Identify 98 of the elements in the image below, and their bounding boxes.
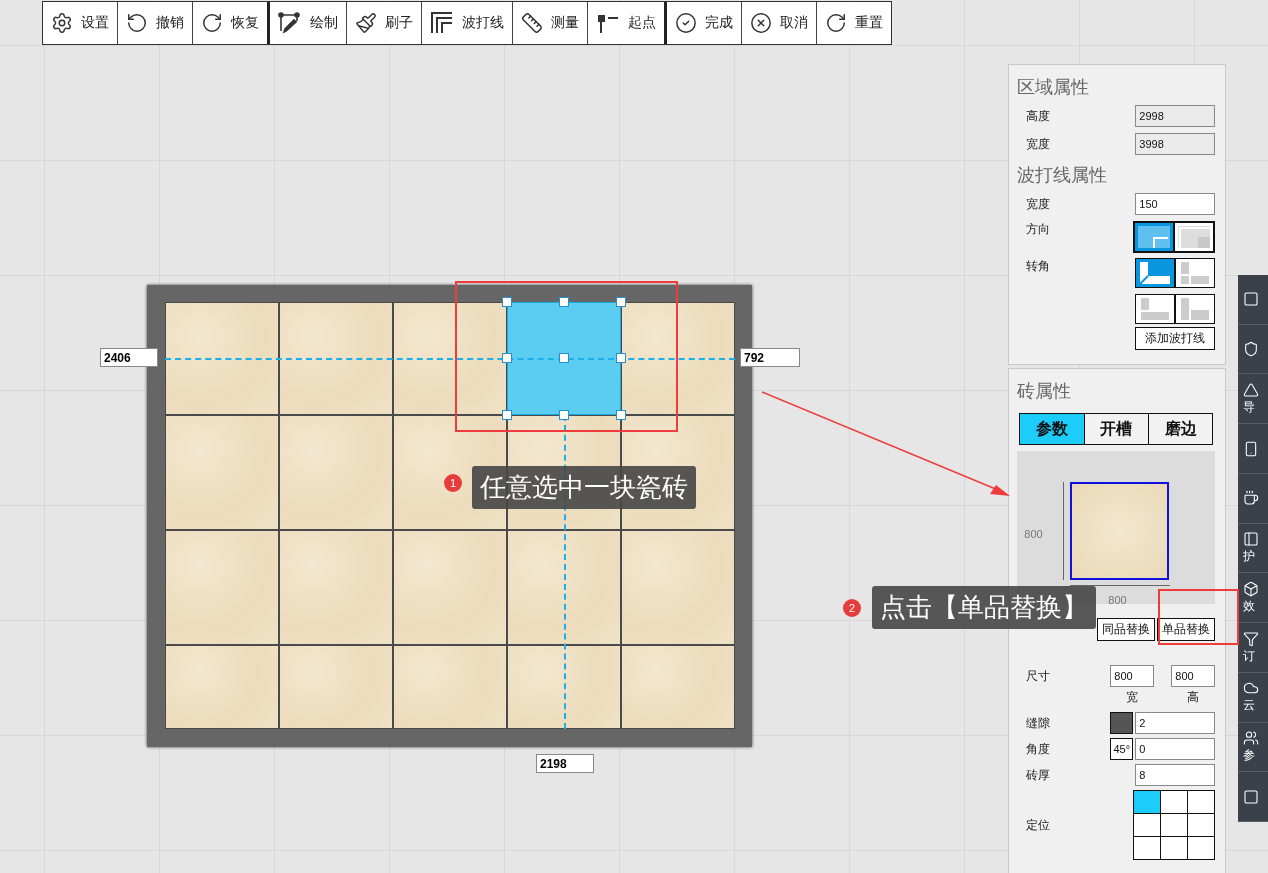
resize-handle[interactable] xyxy=(616,353,626,363)
section-title: 砖属性 xyxy=(1017,380,1073,403)
ruler-icon xyxy=(521,12,543,34)
replace-button[interactable]: 同品替换 xyxy=(1097,618,1156,641)
dimension-field[interactable]: 792 xyxy=(740,348,800,367)
floor-tile[interactable] xyxy=(507,530,621,645)
field-label: 方向 xyxy=(1026,221,1051,238)
funnel-icon xyxy=(1243,630,1260,647)
floor-tile[interactable] xyxy=(621,645,735,729)
position-cell[interactable] xyxy=(1134,791,1161,813)
floor-tile[interactable] xyxy=(279,530,393,645)
resize-handle[interactable] xyxy=(502,297,512,307)
field-label: 角度 xyxy=(1026,740,1051,758)
redo-icon xyxy=(201,12,223,34)
floor-tile[interactable] xyxy=(165,645,279,729)
grout-color-swatch[interactable] xyxy=(1110,712,1134,734)
step-tooltip: 任意选中一块瓷砖 xyxy=(472,466,696,509)
floor-tile[interactable] xyxy=(507,645,621,729)
dimension-field[interactable]: 2406 xyxy=(100,348,158,367)
input-field[interactable]: 3998 xyxy=(1135,133,1216,155)
resize-handle[interactable] xyxy=(502,410,512,420)
field-label: 定位 xyxy=(1026,816,1051,834)
input-field[interactable]: 8 xyxy=(1135,764,1216,786)
tab[interactable]: 参数 xyxy=(1020,414,1084,444)
resize-handle[interactable] xyxy=(616,410,626,420)
input-field[interactable]: 800 xyxy=(1110,665,1155,687)
floor-tile[interactable] xyxy=(165,302,279,415)
resize-handle[interactable] xyxy=(559,353,569,363)
position-cell[interactable] xyxy=(1134,814,1161,836)
position-cell[interactable] xyxy=(1134,837,1161,859)
square-icon xyxy=(1243,291,1260,308)
field-label: 宽度 xyxy=(1026,195,1051,213)
field-label: 高度 xyxy=(1026,107,1051,125)
dimension-label: 800 xyxy=(1024,528,1043,540)
position-cell[interactable] xyxy=(1161,791,1188,813)
input-field[interactable]: 0 xyxy=(1135,738,1216,760)
resize-handle[interactable] xyxy=(559,297,569,307)
resize-handle[interactable] xyxy=(502,353,512,363)
panel-icon xyxy=(1243,531,1260,548)
floor-tile[interactable] xyxy=(621,530,735,645)
square-icon xyxy=(1243,788,1260,805)
floor-tile[interactable] xyxy=(393,530,507,645)
position-cell[interactable] xyxy=(1188,791,1215,813)
reset-icon xyxy=(825,12,847,34)
selected-tile[interactable] xyxy=(507,302,621,415)
cup-icon xyxy=(1243,490,1260,507)
check-icon xyxy=(675,12,697,34)
floor-tile[interactable] xyxy=(165,530,279,645)
position-cell[interactable] xyxy=(1188,837,1215,859)
corner-option[interactable] xyxy=(1175,257,1216,288)
dimension-label: 800 xyxy=(1108,594,1127,606)
field-label: 缝隙 xyxy=(1026,714,1051,732)
input-field[interactable]: 2 xyxy=(1135,712,1216,734)
floor-tile[interactable] xyxy=(621,302,735,415)
input-field[interactable]: 150 xyxy=(1135,193,1216,215)
field-caption: 宽 xyxy=(1125,689,1140,706)
floor-tile[interactable] xyxy=(279,415,393,530)
close-icon xyxy=(750,12,772,34)
cube-icon xyxy=(1243,580,1260,597)
floor-tile[interactable] xyxy=(279,302,393,415)
corner-option[interactable] xyxy=(1135,293,1176,324)
step-tooltip: 点击【单品替换】 xyxy=(872,586,1096,629)
brush-icon xyxy=(355,12,377,34)
direction-option[interactable] xyxy=(1174,222,1215,252)
floor-tile[interactable] xyxy=(393,302,507,415)
field-caption: 高 xyxy=(1186,689,1201,706)
direction-icon xyxy=(1136,224,1173,250)
field-label: 宽度 xyxy=(1026,135,1051,153)
corner-lines-icon xyxy=(430,11,454,35)
floor-tile[interactable] xyxy=(279,645,393,729)
field-label: 尺寸 xyxy=(1026,667,1051,685)
corner-option[interactable] xyxy=(1175,293,1216,324)
floor-tile[interactable] xyxy=(165,415,279,530)
shield-icon xyxy=(1243,341,1260,358)
field-label: 砖厚 xyxy=(1026,766,1051,784)
section-title: 区域属性 xyxy=(1017,76,1091,99)
dimension-field[interactable]: 2198 xyxy=(536,754,594,773)
triangle-icon xyxy=(1243,381,1260,398)
corner-option[interactable] xyxy=(1135,257,1176,288)
position-cell[interactable] xyxy=(1161,837,1188,859)
position-cell[interactable] xyxy=(1161,814,1188,836)
resize-handle[interactable] xyxy=(616,297,626,307)
section-title: 波打线属性 xyxy=(1017,164,1109,187)
pencil-polygon-icon xyxy=(278,11,302,35)
floor-tile[interactable] xyxy=(393,645,507,729)
direction-option[interactable] xyxy=(1134,222,1175,252)
step-number: 2 xyxy=(843,599,861,617)
replace-button[interactable]: 单品替换 xyxy=(1157,618,1216,641)
field-label: 转角 xyxy=(1026,257,1051,275)
people-icon xyxy=(1243,729,1260,746)
settings-icon xyxy=(51,12,73,34)
undo-icon xyxy=(126,12,148,34)
input-field[interactable]: 800 xyxy=(1171,665,1216,687)
direction-icon xyxy=(1176,224,1213,250)
position-cell[interactable] xyxy=(1188,814,1215,836)
input-field[interactable]: 2998 xyxy=(1135,105,1216,127)
angle-button[interactable]: 45° xyxy=(1110,738,1134,760)
add-border-button[interactable]: 添加波打线 xyxy=(1135,327,1216,351)
